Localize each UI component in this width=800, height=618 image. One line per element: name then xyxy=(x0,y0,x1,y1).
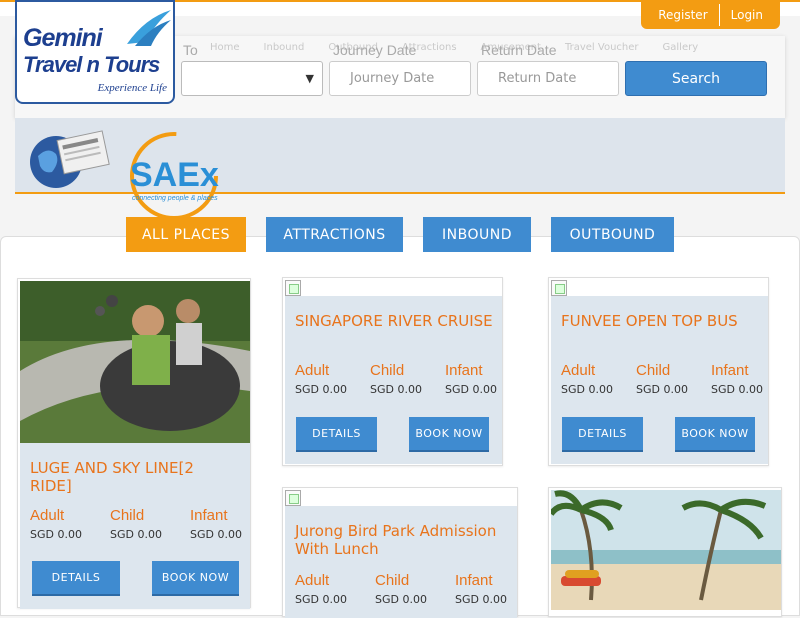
infant-price: SGD 0.00 xyxy=(445,383,497,396)
infant-label: Infant xyxy=(190,507,228,524)
infant-label: Infant xyxy=(711,362,749,379)
search-button[interactable]: Search xyxy=(625,61,767,96)
saex-name: SAEx xyxy=(130,156,219,194)
nav-home[interactable]: Home xyxy=(210,42,240,53)
auth-bar: Register Login xyxy=(641,0,780,29)
child-label: Child xyxy=(370,362,405,379)
adult-price: SGD 0.00 xyxy=(30,528,82,541)
card-body: LUGE AND SKY LINE[2 RIDE] Adult SGD 0.00… xyxy=(20,443,250,609)
ghost-navigation: Home Inbound Outbound Attractions Amusem… xyxy=(210,42,698,53)
price-adult: Adult SGD 0.00 xyxy=(295,362,347,396)
book-now-button[interactable]: BOOK NOW xyxy=(675,417,755,452)
journey-date-label: Journey Date xyxy=(333,42,417,58)
infant-label: Infant xyxy=(455,572,493,589)
adult-price: SGD 0.00 xyxy=(561,383,613,396)
book-now-button[interactable]: BOOK NOW xyxy=(152,561,239,596)
nav-inbound[interactable]: Inbound xyxy=(264,42,305,53)
card-title: LUGE AND SKY LINE[2 RIDE] xyxy=(30,459,194,495)
logo-line2: Travel n Tours xyxy=(23,52,160,77)
destination-select[interactable]: ▼ xyxy=(181,61,323,96)
card-luge[interactable]: LUGE AND SKY LINE[2 RIDE] Adult SGD 0.00… xyxy=(17,278,251,609)
site-logo[interactable]: Gemini Travel n Tours Experience Life xyxy=(15,0,175,104)
adult-label: Adult xyxy=(295,572,330,589)
card-title: FUNVEE OPEN TOP BUS xyxy=(561,312,738,330)
adult-label: Adult xyxy=(30,507,65,524)
nav-travel-voucher[interactable]: Travel Voucher xyxy=(565,42,639,53)
logo-line1: Gemini xyxy=(23,24,103,52)
price-infant: Infant SGD 0.00 xyxy=(711,362,763,396)
child-label: Child xyxy=(375,572,410,589)
return-date-label: Return Date xyxy=(481,42,557,58)
child-price: SGD 0.00 xyxy=(636,383,688,396)
child-label: Child xyxy=(110,507,145,524)
saex-tagline: connecting people & places xyxy=(132,195,218,202)
card-body: SINGAPORE RIVER CRUISE Adult SGD 0.00 Ch… xyxy=(285,296,502,464)
tab-all-places[interactable]: ALL PLACES xyxy=(126,217,246,252)
globe-news-icon xyxy=(30,130,110,188)
login-link[interactable]: Login xyxy=(720,8,774,22)
card-river-cruise[interactable]: SINGAPORE RIVER CRUISE Adult SGD 0.00 Ch… xyxy=(282,277,503,466)
details-button[interactable]: DETAILS xyxy=(296,417,377,452)
price-infant: Infant SGD 0.00 xyxy=(190,507,242,541)
price-infant: Infant SGD 0.00 xyxy=(445,362,497,396)
broken-image-icon xyxy=(551,280,567,296)
price-child: Child SGD 0.00 xyxy=(370,362,422,396)
card-title: Jurong Bird Park Admission With Lunch xyxy=(295,522,497,558)
card-funvee-bus[interactable]: FUNVEE OPEN TOP BUS Adult SGD 0.00 Child… xyxy=(548,277,769,466)
register-link[interactable]: Register xyxy=(647,8,718,22)
to-label: To xyxy=(183,42,198,58)
card-body: FUNVEE OPEN TOP BUS Adult SGD 0.00 Child… xyxy=(551,296,768,464)
tab-outbound[interactable]: OUTBOUND xyxy=(551,217,674,252)
price-child: Child SGD 0.00 xyxy=(636,362,688,396)
child-label: Child xyxy=(636,362,671,379)
price-child: Child SGD 0.00 xyxy=(110,507,162,541)
chevron-down-icon: ▼ xyxy=(305,72,314,85)
price-adult: Adult SGD 0.00 xyxy=(30,507,82,541)
tab-inbound[interactable]: INBOUND xyxy=(423,217,531,252)
nav-gallery[interactable]: Gallery xyxy=(663,42,699,53)
broken-image-icon xyxy=(285,490,301,506)
adult-label: Adult xyxy=(295,362,330,379)
luge-photo xyxy=(20,281,250,443)
child-price: SGD 0.00 xyxy=(370,383,422,396)
infant-price: SGD 0.00 xyxy=(711,383,763,396)
saex-logo: SAEx connecting people & places xyxy=(130,132,219,220)
price-child: Child SGD 0.00 xyxy=(375,572,427,606)
price-adult: Adult SGD 0.00 xyxy=(295,572,347,606)
details-button[interactable]: DETAILS xyxy=(562,417,643,452)
logo-tagline: Experience Life xyxy=(97,82,167,94)
beach-photo xyxy=(551,490,781,610)
broken-image-icon xyxy=(285,280,301,296)
adult-price: SGD 0.00 xyxy=(295,383,347,396)
details-button[interactable]: DETAILS xyxy=(32,561,120,596)
wing-swoosh-icon xyxy=(127,10,171,46)
card-beach[interactable] xyxy=(548,487,782,617)
book-now-button[interactable]: BOOK NOW xyxy=(409,417,489,452)
card-title: SINGAPORE RIVER CRUISE xyxy=(295,312,493,330)
tab-attractions[interactable]: ATTRACTIONS xyxy=(266,217,403,252)
card-body: Jurong Bird Park Admission With Lunch Ad… xyxy=(285,506,517,618)
journey-date-input[interactable]: Journey Date xyxy=(329,61,471,96)
price-infant: Infant SGD 0.00 xyxy=(455,572,507,606)
price-adult: Adult SGD 0.00 xyxy=(561,362,613,396)
adult-label: Adult xyxy=(561,362,596,379)
child-price: SGD 0.00 xyxy=(110,528,162,541)
infant-price: SGD 0.00 xyxy=(190,528,242,541)
card-bird-park[interactable]: Jurong Bird Park Admission With Lunch Ad… xyxy=(282,487,518,618)
infant-label: Infant xyxy=(445,362,483,379)
return-date-input[interactable]: Return Date xyxy=(477,61,619,96)
